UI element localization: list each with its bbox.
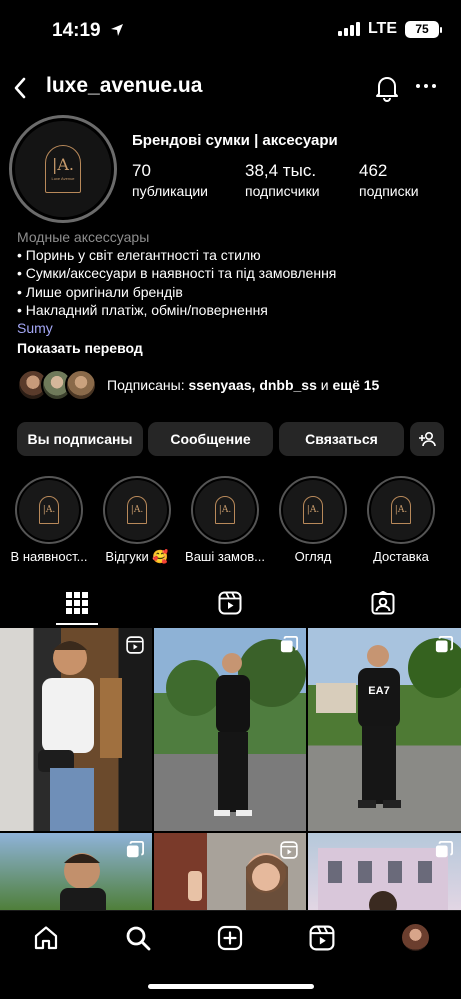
- battery-icon: 75: [405, 20, 442, 38]
- follower-avatar: [65, 369, 97, 401]
- home-icon[interactable]: [33, 925, 59, 951]
- signal-icon: [337, 22, 360, 36]
- bio-line: • Лише оригінали брендів: [17, 283, 183, 300]
- home-indicator: [148, 984, 314, 989]
- followed-by-text: Подписаны: ssenyaas, dnbb_ss и ещё 15: [107, 377, 380, 393]
- network-type: LTE: [367, 20, 397, 37]
- stat-followers[interactable]: 38,4 тыс. подписчики: [245, 161, 320, 199]
- profile-title: Брендові сумки | аксесуари: [132, 132, 338, 149]
- add-person-button[interactable]: [410, 422, 444, 456]
- brand-logo: |A. Luxe Avenue: [45, 145, 81, 193]
- profile-avatar[interactable]: |A. Luxe Avenue: [9, 115, 117, 223]
- search-icon[interactable]: [125, 925, 151, 951]
- bio-line: • Сумки/аксесуари в наявності та під зам…: [17, 265, 337, 282]
- stat-following[interactable]: 462 подписки: [359, 161, 419, 199]
- post-thumbnail[interactable]: [0, 628, 152, 831]
- contact-button[interactable]: Связаться: [279, 422, 404, 456]
- battery-level: 75: [415, 22, 429, 36]
- ea7-logo-text: EA7: [368, 685, 389, 697]
- stat-posts[interactable]: 70 публикации: [132, 161, 208, 199]
- highlight-item[interactable]: |A. Ваші замов...: [185, 476, 265, 564]
- reels-badge-icon: [280, 841, 298, 859]
- bio-category: Модные аксессуары: [17, 229, 150, 245]
- carousel-badge-icon: [126, 841, 144, 858]
- post-thumbnail[interactable]: [308, 833, 461, 910]
- highlight-item[interactable]: |A. В наявност...: [11, 476, 87, 564]
- location-arrow-icon: [110, 24, 123, 36]
- bio-line: • Накладний платіж, обмін/повернення: [17, 301, 268, 318]
- carousel-badge-icon: [435, 841, 453, 858]
- grid-icon[interactable]: [66, 592, 88, 614]
- message-button[interactable]: Сообщение: [148, 422, 273, 456]
- post-thumbnail[interactable]: [154, 833, 306, 910]
- profile-username: luxe_avenue.ua: [46, 74, 203, 97]
- post-thumbnail[interactable]: [0, 833, 152, 910]
- reels-badge-icon: [126, 636, 144, 654]
- profile-avatar-icon[interactable]: [402, 924, 429, 951]
- status-time: 14:19: [52, 20, 124, 42]
- create-icon[interactable]: [217, 925, 243, 951]
- reels-icon[interactable]: [218, 591, 242, 615]
- reels-nav-icon[interactable]: [309, 925, 335, 951]
- tagged-icon[interactable]: [371, 591, 395, 615]
- show-translation-link[interactable]: Показать перевод: [17, 339, 336, 357]
- post-thumbnail[interactable]: EA7: [308, 628, 461, 831]
- back-chevron-icon[interactable]: [12, 76, 28, 100]
- more-icon[interactable]: [416, 84, 436, 88]
- highlight-item[interactable]: |A. Огляд: [278, 476, 348, 564]
- following-button[interactable]: Вы подписаны: [17, 422, 143, 456]
- posts-grid: EA7: [0, 628, 461, 910]
- status-indicators: LTE 75: [337, 20, 442, 38]
- carousel-badge-icon: [435, 636, 453, 653]
- highlight-item[interactable]: |A. Доставка: [366, 476, 436, 564]
- highlight-item[interactable]: |A. Відгуки 🥰: [102, 476, 172, 565]
- bio-location-link[interactable]: Sumy: [17, 319, 336, 337]
- bio-line: • Поринь у світ елегантності та стилю: [17, 247, 261, 264]
- profile-tabs: [0, 584, 461, 628]
- profile-bio: Модные аксессуары • Поринь у світ елеган…: [17, 228, 336, 357]
- carousel-badge-icon: [280, 636, 298, 653]
- bell-icon[interactable]: [374, 74, 400, 102]
- active-tab-indicator: [56, 623, 98, 625]
- add-person-icon: [419, 431, 436, 447]
- followed-by-row[interactable]: Подписаны: ssenyaas, dnbb_ss и ещё 15: [17, 369, 379, 401]
- post-thumbnail[interactable]: [154, 628, 306, 831]
